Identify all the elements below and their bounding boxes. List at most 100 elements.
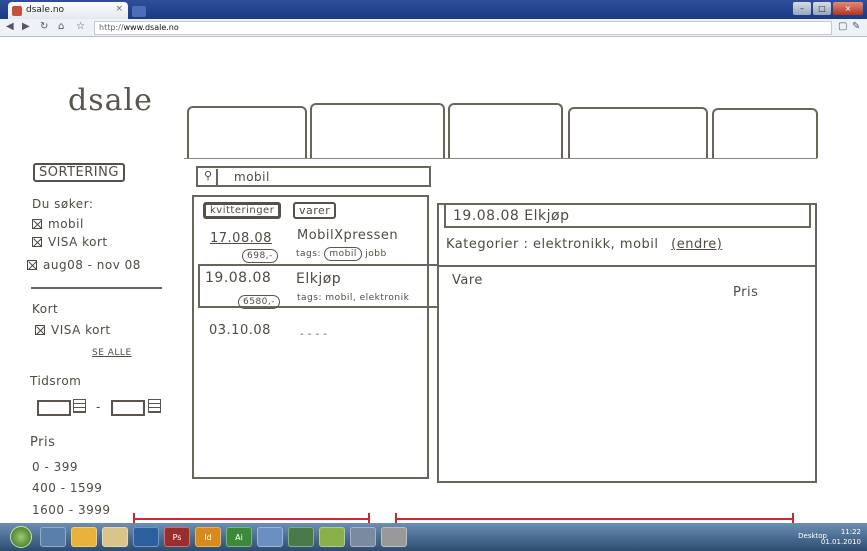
receipt-amount: 6580,- bbox=[238, 293, 281, 309]
taskbar-app-icon[interactable]: Ai bbox=[226, 527, 252, 547]
forward-icon[interactable]: ▶ bbox=[22, 21, 30, 32]
price-range-2[interactable]: 400 - 1599 bbox=[32, 481, 102, 495]
taskbar-app-icon[interactable] bbox=[381, 527, 407, 547]
clock-time: 11:22 bbox=[840, 528, 861, 536]
site-logo[interactable]: dsale bbox=[68, 83, 153, 118]
taskbar-app-icon[interactable]: Ps bbox=[164, 527, 190, 547]
categories-label: Kategorier : bbox=[446, 237, 529, 252]
new-tab-button[interactable] bbox=[132, 6, 146, 17]
start-button[interactable] bbox=[10, 526, 32, 548]
browser-tab[interactable]: dsale.no × bbox=[8, 2, 128, 19]
tags-label: tags: bbox=[296, 249, 321, 259]
amount-pill: 6580,- bbox=[238, 295, 281, 309]
star-icon[interactable]: ☆ bbox=[76, 21, 85, 32]
checkbox-checked-icon[interactable] bbox=[35, 325, 45, 335]
price-range-1[interactable]: 0 - 399 bbox=[32, 460, 78, 474]
card-visa[interactable]: VISA kort bbox=[35, 323, 111, 337]
period-separator: - bbox=[96, 400, 101, 414]
date-to-input[interactable] bbox=[111, 400, 145, 416]
detail-header: 19.08.08 Elkjøp bbox=[453, 208, 570, 224]
tab-items[interactable]: varer bbox=[293, 202, 337, 219]
clock[interactable]: 11:22 01.01.2010 bbox=[821, 527, 861, 547]
tags-text[interactable]: mobil, elektronik bbox=[325, 293, 409, 303]
close-tab-icon[interactable]: × bbox=[115, 4, 123, 14]
detail-categories: Kategorier : elektronikk, mobil (endre) bbox=[446, 237, 722, 252]
window-controls: – □ × bbox=[793, 2, 863, 15]
nav-tab-4[interactable] bbox=[568, 107, 708, 158]
receipt-placeholder: - - - - bbox=[300, 329, 328, 340]
address-bar[interactable]: http://www.dsale.no bbox=[94, 21, 832, 35]
checkbox-checked-icon[interactable] bbox=[32, 219, 42, 229]
checkbox-checked-icon[interactable] bbox=[27, 260, 37, 270]
taskbar: Ps Id Ai Desktop 11:22 01.01.2010 bbox=[0, 523, 867, 551]
annotation-bracket-right bbox=[395, 513, 794, 525]
sort-button[interactable]: SORTERING bbox=[33, 163, 125, 182]
clock-date: 01.01.2010 bbox=[820, 538, 861, 546]
criteria-label: aug08 - nov 08 bbox=[43, 258, 141, 272]
edit-categories-link[interactable]: (endre) bbox=[671, 237, 722, 252]
criteria-mobil[interactable]: mobil bbox=[32, 217, 84, 231]
card-heading: Kort bbox=[32, 302, 59, 316]
receipt-tags: tags: mobil jobb bbox=[296, 247, 387, 261]
nav-tab-3[interactable] bbox=[448, 103, 563, 158]
home-icon[interactable]: ⌂ bbox=[58, 21, 64, 32]
receipt-tags: tags: mobil, elektronik bbox=[297, 293, 409, 303]
see-all-link[interactable]: SE ALLE bbox=[92, 348, 132, 358]
nav-tab-1[interactable] bbox=[187, 106, 307, 158]
receipt-date[interactable]: 03.10.08 bbox=[209, 323, 271, 338]
search-icon[interactable]: ⚲ bbox=[200, 169, 218, 185]
maximize-button[interactable]: □ bbox=[813, 2, 831, 15]
taskbar-app-icon[interactable] bbox=[319, 527, 345, 547]
nav-tab-2[interactable] bbox=[310, 103, 445, 158]
criteria-label: VISA kort bbox=[48, 235, 108, 249]
back-icon[interactable]: ◀ bbox=[6, 21, 14, 32]
period-heading: Tidsrom bbox=[30, 374, 82, 388]
column-price: Pris bbox=[733, 285, 759, 300]
checkbox-checked-icon[interactable] bbox=[32, 237, 42, 247]
tags-label: tags: bbox=[297, 293, 322, 303]
favicon-icon bbox=[12, 6, 22, 16]
url-prefix: http:// bbox=[99, 23, 124, 32]
receipt-date[interactable]: 17.08.08 bbox=[210, 231, 272, 246]
price-heading: Pris bbox=[30, 435, 56, 450]
taskbar-app-icon[interactable]: Id bbox=[195, 527, 221, 547]
browser-toolbar: ◀ ▶ ↻ ⌂ ☆ http://www.dsale.no ▢ ✎ bbox=[0, 19, 867, 37]
browser-tab-title: dsale.no bbox=[26, 5, 65, 15]
criteria-period[interactable]: aug08 - nov 08 bbox=[27, 258, 141, 272]
card-label: VISA kort bbox=[51, 323, 111, 337]
date-from-input[interactable] bbox=[37, 400, 71, 416]
tab-receipts[interactable]: kvitteringer bbox=[203, 202, 282, 219]
tag-text[interactable]: jobb bbox=[365, 249, 386, 259]
close-window-button[interactable]: × bbox=[833, 2, 863, 15]
receipt-date[interactable]: 19.08.08 bbox=[205, 270, 271, 286]
receipt-amount: 698,- bbox=[242, 247, 278, 263]
search-query: mobil bbox=[234, 170, 270, 184]
tag-pill[interactable]: mobil bbox=[324, 247, 362, 261]
column-item: Vare bbox=[452, 273, 483, 288]
taskbar-app-icon[interactable] bbox=[133, 527, 159, 547]
taskbar-app-icon[interactable] bbox=[102, 527, 128, 547]
taskbar-app-icon[interactable] bbox=[288, 527, 314, 547]
taskbar-app-icon[interactable] bbox=[71, 527, 97, 547]
wrench-icon[interactable]: ✎ bbox=[852, 21, 860, 32]
tab-baseline bbox=[184, 158, 817, 159]
amount-pill: 698,- bbox=[242, 249, 278, 263]
receipt-store[interactable]: Elkjøp bbox=[296, 271, 341, 287]
reload-icon[interactable]: ↻ bbox=[40, 21, 48, 32]
calendar-icon[interactable] bbox=[73, 399, 86, 413]
detail-divider bbox=[437, 265, 817, 267]
taskbar-app-icon[interactable] bbox=[257, 527, 283, 547]
minimize-button[interactable]: – bbox=[793, 2, 811, 15]
annotation-bracket-left bbox=[133, 513, 370, 525]
search-criteria-heading: Du søker: bbox=[32, 197, 94, 211]
search-box[interactable]: ⚲ mobil bbox=[196, 166, 431, 187]
calendar-icon[interactable] bbox=[148, 399, 161, 413]
page-menu-icon[interactable]: ▢ bbox=[838, 21, 847, 32]
taskbar-app-icon[interactable] bbox=[350, 527, 376, 547]
nav-tab-5[interactable] bbox=[712, 108, 818, 158]
criteria-visa[interactable]: VISA kort bbox=[32, 235, 108, 249]
receipt-store[interactable]: MobilXpressen bbox=[297, 228, 398, 243]
price-range-3[interactable]: 1600 - 3999 bbox=[32, 503, 111, 517]
sidebar-divider bbox=[31, 287, 162, 289]
taskbar-app-icon[interactable] bbox=[40, 527, 66, 547]
